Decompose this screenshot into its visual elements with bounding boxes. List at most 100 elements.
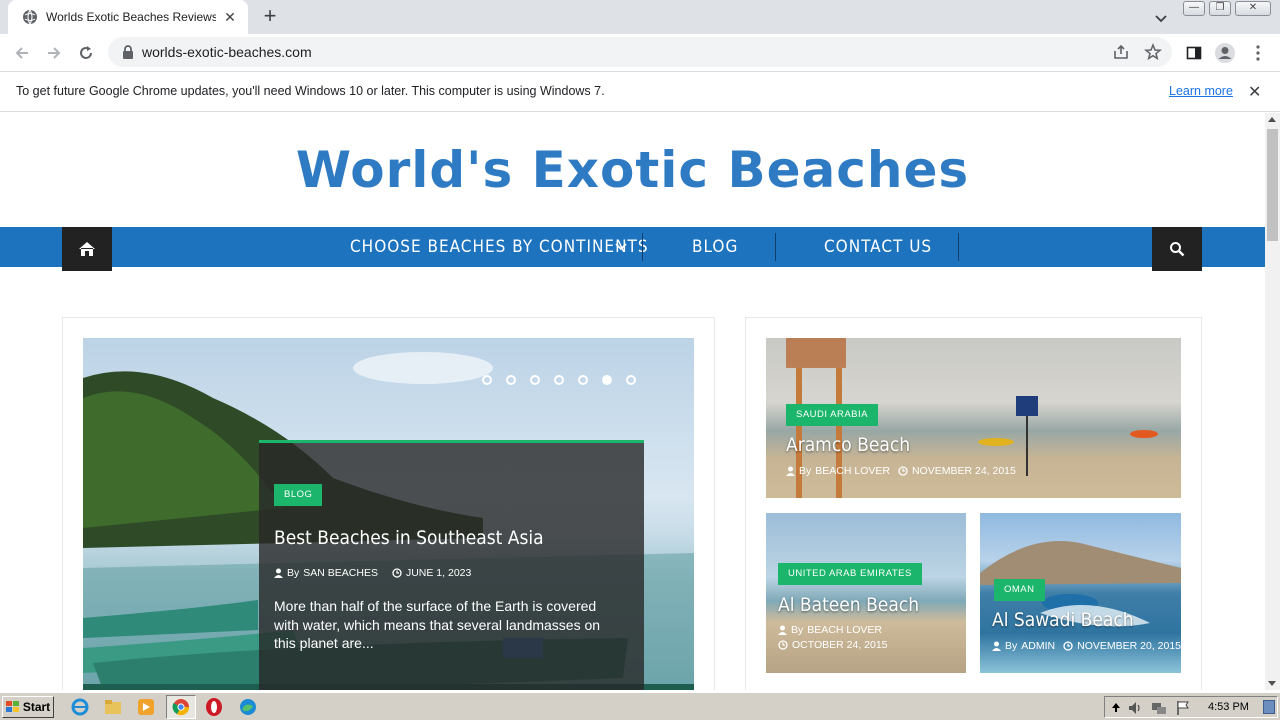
action-center-flag-icon[interactable] xyxy=(1175,700,1191,716)
address-bar[interactable]: worlds-exotic-beaches.com xyxy=(108,37,1172,67)
clock-icon xyxy=(392,568,402,578)
side-post-title[interactable]: Al Bateen Beach xyxy=(778,594,919,616)
slider-dot-active[interactable] xyxy=(602,375,612,385)
slider-dot[interactable] xyxy=(506,375,516,385)
windows-taskbar: Start 4:53 PM xyxy=(0,692,1280,720)
globe-icon xyxy=(23,9,37,25)
tab-title: Worlds Exotic Beaches Reviews, Tra xyxy=(46,10,216,24)
nav-divider xyxy=(958,233,959,261)
side-post-al-bateen[interactable]: UNITED ARAB EMIRATES Al Bateen Beach By … xyxy=(766,513,966,673)
profile-avatar-icon[interactable] xyxy=(1214,42,1236,64)
infobar-message: To get future Google Chrome updates, you… xyxy=(16,84,605,98)
close-window-button[interactable]: ✕ xyxy=(1235,1,1271,16)
side-post-title[interactable]: Aramco Beach xyxy=(786,434,910,456)
side-post-title[interactable]: Al Sawadi Beach xyxy=(992,609,1134,631)
post-author[interactable]: ADMIN xyxy=(1021,640,1055,652)
post-meta: By BEACH LOVER xyxy=(778,624,882,636)
post-date-row: OCTOBER 24, 2015 xyxy=(778,639,888,651)
show-desktop-button[interactable] xyxy=(1263,700,1275,714)
network-icon[interactable] xyxy=(1151,700,1167,716)
media-player-icon[interactable] xyxy=(136,697,156,717)
nav-divider xyxy=(642,233,643,261)
scrollbar-thumb[interactable] xyxy=(1267,129,1278,241)
slider-dot[interactable] xyxy=(530,375,540,385)
browser-toolbar: worlds-exotic-beaches.com xyxy=(0,34,1280,72)
tray-expand-arrow-icon[interactable] xyxy=(1111,701,1121,713)
post-author[interactable]: SAN BEACHES xyxy=(303,567,378,579)
tab-search-chevron-icon[interactable] xyxy=(1151,8,1171,28)
post-author[interactable]: BEACH LOVER xyxy=(815,465,890,477)
share-icon[interactable] xyxy=(1112,43,1130,61)
forward-arrow-icon[interactable] xyxy=(43,42,65,64)
new-tab-button[interactable]: + xyxy=(258,5,282,29)
slider-dot[interactable] xyxy=(626,375,636,385)
system-tray xyxy=(1104,696,1278,718)
scroll-down-arrow-icon[interactable] xyxy=(1268,681,1276,686)
main-navigation: CHOOSE BEACHES BY CONTINENTS BLOG CONTAC… xyxy=(0,227,1265,271)
post-date: NOVEMBER 20, 2015 xyxy=(1077,640,1181,652)
search-button[interactable] xyxy=(1152,227,1202,271)
volume-icon[interactable] xyxy=(1127,700,1143,716)
bookmark-star-icon[interactable] xyxy=(1144,43,1162,61)
user-icon xyxy=(992,641,1001,651)
user-icon xyxy=(786,466,795,476)
edge-icon[interactable] xyxy=(238,697,258,717)
side-post-aramco[interactable]: SAUDI ARABIA Aramco Beach By BEACH LOVER… xyxy=(766,338,1181,498)
category-badge[interactable]: UNITED ARAB EMIRATES xyxy=(778,563,922,585)
post-date: OCTOBER 24, 2015 xyxy=(792,639,888,651)
file-explorer-icon[interactable] xyxy=(103,697,123,717)
featured-post-title[interactable]: Best Beaches in Southeast Asia xyxy=(274,527,544,549)
home-icon xyxy=(79,242,95,256)
nav-divider xyxy=(775,233,776,261)
post-author[interactable]: BEACH LOVER xyxy=(807,624,882,636)
clock-icon xyxy=(778,640,788,650)
nav-item-continents[interactable]: CHOOSE BEACHES BY CONTINENTS xyxy=(350,227,649,267)
page-viewport: World's Exotic Beaches CHOOSE BEACHES BY… xyxy=(0,113,1265,690)
post-excerpt: More than half of the surface of the Ear… xyxy=(274,598,601,651)
category-badge[interactable]: BLOG xyxy=(274,484,323,506)
nav-item-blog[interactable]: BLOG xyxy=(692,227,738,267)
post-meta: By SAN BEACHES JUNE 1, 2023 xyxy=(274,567,471,579)
by-label: By xyxy=(791,624,804,636)
tab-strip: Worlds Exotic Beaches Reviews, Tra ✕ + —… xyxy=(0,0,1280,34)
user-icon xyxy=(778,625,787,635)
category-badge[interactable]: OMAN xyxy=(994,579,1045,601)
lock-icon[interactable] xyxy=(120,44,136,60)
slider-dot[interactable] xyxy=(578,375,588,385)
close-tab-icon[interactable]: ✕ xyxy=(222,9,238,25)
side-post-al-sawadi[interactable]: OMAN Al Sawadi Beach By ADMIN NOVEMBER 2… xyxy=(980,513,1181,673)
home-button[interactable] xyxy=(62,227,112,271)
featured-slider[interactable]: BLOG Best Beaches in Southeast Asia By S… xyxy=(83,338,694,690)
restore-button[interactable]: ❐ xyxy=(1209,1,1231,16)
browser-tab[interactable]: Worlds Exotic Beaches Reviews, Tra ✕ xyxy=(8,0,248,34)
minimize-button[interactable]: — xyxy=(1183,1,1205,16)
start-button[interactable]: Start xyxy=(2,696,54,718)
slider-dot[interactable] xyxy=(554,375,564,385)
taskbar-clock[interactable]: 4:53 PM xyxy=(1208,701,1249,713)
clock-icon xyxy=(1063,641,1073,651)
user-icon xyxy=(274,568,283,578)
start-label: Start xyxy=(22,700,51,714)
chevron-down-icon[interactable] xyxy=(614,242,628,252)
chrome-taskbar-button[interactable] xyxy=(166,695,196,719)
nav-item-contact[interactable]: CONTACT US xyxy=(824,227,932,267)
back-arrow-icon[interactable] xyxy=(11,42,33,64)
by-label: By xyxy=(799,465,812,477)
menu-kebab-icon[interactable] xyxy=(1247,42,1269,64)
update-infobar: To get future Google Chrome updates, you… xyxy=(0,72,1280,112)
reload-icon[interactable] xyxy=(75,42,97,64)
url-text[interactable]: worlds-exotic-beaches.com xyxy=(142,44,312,60)
search-icon xyxy=(1170,242,1185,257)
category-badge[interactable]: SAUDI ARABIA xyxy=(786,404,878,426)
scroll-up-arrow-icon[interactable] xyxy=(1268,117,1276,122)
slider-dots xyxy=(482,375,636,385)
opera-icon[interactable] xyxy=(204,697,224,717)
slider-dot[interactable] xyxy=(482,375,492,385)
page-scrollbar[interactable] xyxy=(1265,113,1280,690)
side-panel-icon[interactable] xyxy=(1183,42,1205,64)
internet-explorer-icon[interactable] xyxy=(70,697,90,717)
clock-icon xyxy=(898,466,908,476)
close-infobar-icon[interactable]: ✕ xyxy=(1248,82,1261,102)
site-logo[interactable]: World's Exotic Beaches xyxy=(0,141,1265,199)
learn-more-link[interactable]: Learn more xyxy=(1169,84,1233,98)
